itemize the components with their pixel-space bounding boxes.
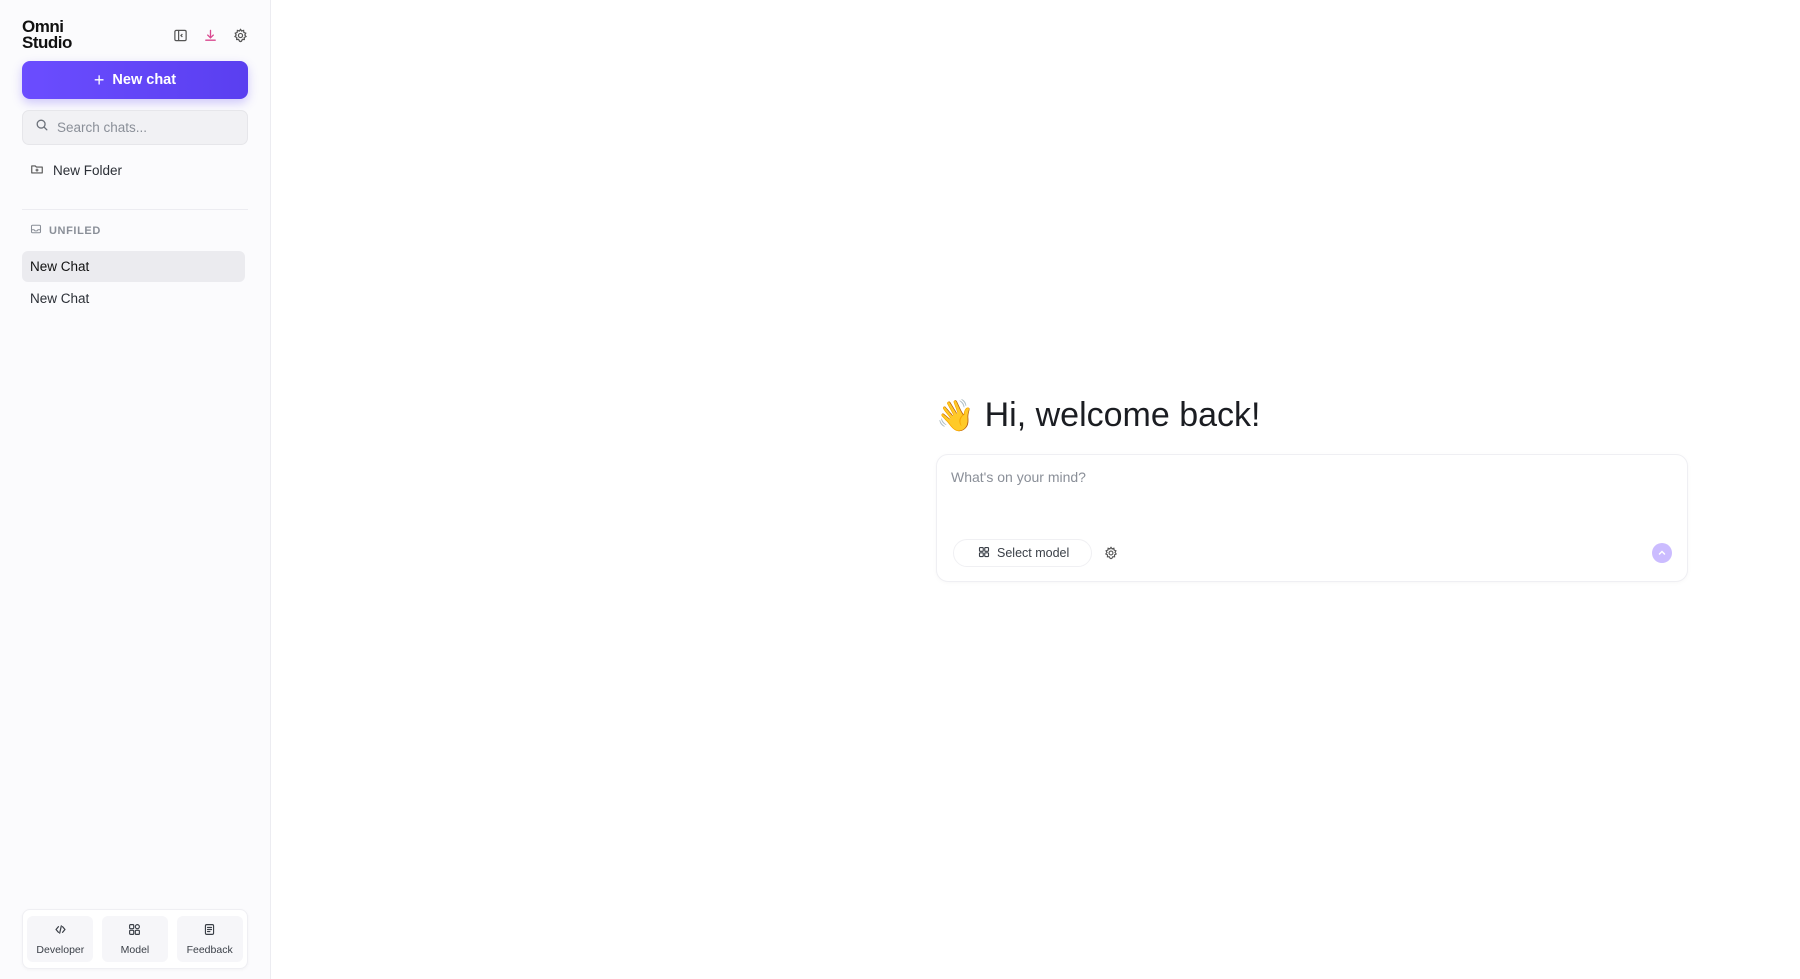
- welcome-text: Hi, welcome back!: [984, 396, 1261, 434]
- section-label: UNFILED: [49, 224, 101, 237]
- search-icon: [35, 118, 49, 137]
- model-label: Model: [120, 943, 150, 956]
- section-unfiled: UNFILED: [30, 223, 101, 238]
- plus-icon: +: [93, 70, 105, 90]
- sidebar-divider: [22, 209, 248, 210]
- developer-button[interactable]: Developer: [27, 916, 94, 962]
- chat-composer: Select model: [936, 454, 1688, 582]
- sidebar-toggle-icon[interactable]: [172, 27, 188, 43]
- welcome-heading: 👋 Hi, welcome back!: [936, 396, 1260, 435]
- document-icon: [203, 923, 216, 939]
- arrow-up-icon: [1657, 546, 1667, 561]
- app-logo: Omni Studio: [22, 18, 72, 52]
- chat-item[interactable]: New Chat: [22, 283, 245, 314]
- message-input[interactable]: [951, 469, 1671, 509]
- wave-emoji-icon: 👋: [936, 398, 975, 433]
- grid-icon: [978, 546, 990, 561]
- folder-plus-icon: [30, 162, 44, 179]
- new-chat-button[interactable]: + New chat: [22, 61, 248, 99]
- grid-icon: [128, 923, 141, 939]
- composer-settings-gear-icon[interactable]: [1104, 546, 1118, 560]
- chat-item-active[interactable]: New Chat: [22, 251, 245, 282]
- main-area: 👋 Hi, welcome back! Select model: [271, 0, 1800, 979]
- model-button[interactable]: Model: [101, 916, 168, 962]
- bottom-bar: Developer Model Feedback: [22, 909, 248, 969]
- new-folder-button[interactable]: New Folder: [30, 162, 122, 179]
- feedback-button[interactable]: Feedback: [176, 916, 243, 962]
- app-root: Omni Studio + New chat Search chats... N…: [0, 0, 1800, 979]
- code-icon: [54, 923, 67, 939]
- developer-label: Developer: [36, 943, 85, 956]
- header-icons: [172, 27, 248, 43]
- new-folder-label: New Folder: [53, 163, 123, 178]
- chat-item-label: New Chat: [30, 291, 90, 306]
- new-chat-label: New chat: [112, 72, 177, 88]
- search-box: [22, 110, 248, 145]
- select-model-button[interactable]: Select model: [953, 539, 1093, 567]
- chat-item-label: New Chat: [30, 259, 90, 274]
- download-icon[interactable]: [202, 27, 218, 43]
- send-button[interactable]: [1652, 543, 1672, 563]
- feedback-label: Feedback: [186, 943, 233, 956]
- sidebar: Omni Studio + New chat Search chats... N…: [0, 0, 271, 979]
- select-model-label: Select model: [997, 546, 1070, 560]
- gear-icon[interactable]: [232, 27, 248, 43]
- brand-row: Omni Studio: [22, 18, 248, 52]
- logo-line-2: Studio: [22, 33, 72, 52]
- search-input[interactable]: [57, 120, 247, 135]
- inbox-icon: [30, 223, 42, 238]
